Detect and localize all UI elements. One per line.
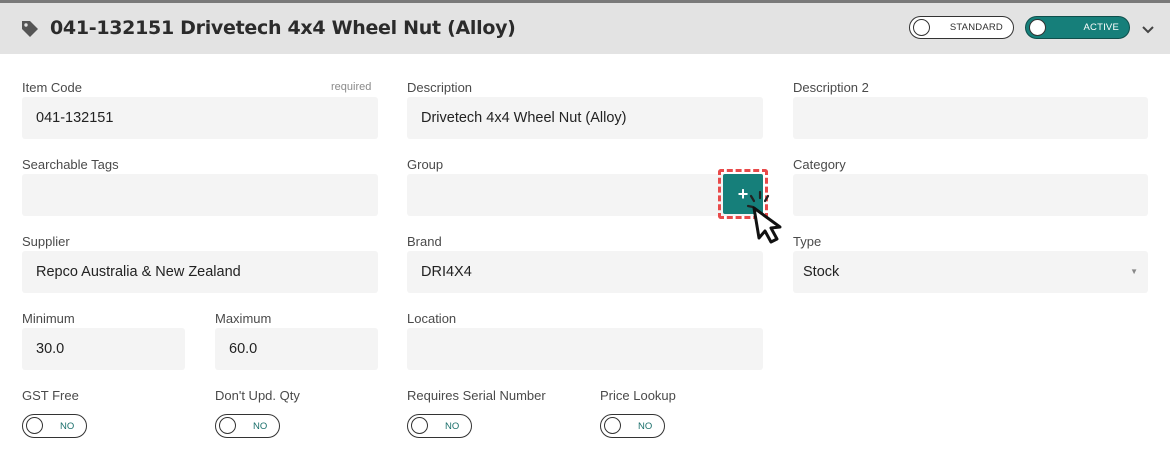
- description-value: Drivetech 4x4 Wheel Nut (Alloy): [421, 110, 627, 126]
- gst-free-label: GST Free: [22, 388, 79, 403]
- price-lookup-state: NO: [638, 421, 653, 432]
- item-code-value: 041-132151: [36, 110, 114, 126]
- location-field[interactable]: [407, 328, 763, 370]
- description2-field[interactable]: [793, 97, 1148, 139]
- supplier-value: Repco Australia & New Zealand: [36, 264, 241, 280]
- requires-serial-state: NO: [445, 421, 460, 432]
- searchable-tags-label: Searchable Tags: [22, 157, 119, 172]
- toggle-knob: [219, 417, 236, 434]
- requires-serial-toggle[interactable]: NO: [407, 414, 472, 438]
- requires-serial-label: Requires Serial Number: [407, 388, 546, 403]
- toggle-knob: [604, 417, 621, 434]
- item-header: 041-132151 Drivetech 4x4 Wheel Nut (Allo…: [0, 3, 1170, 54]
- group-label: Group: [407, 157, 444, 172]
- minimum-value: 30.0: [36, 341, 65, 357]
- required-marker: required: [331, 81, 372, 93]
- price-lookup-label: Price Lookup: [600, 388, 676, 403]
- type-value: Stock: [803, 264, 840, 280]
- tag-icon: [22, 21, 38, 37]
- toggle-knob: [1029, 19, 1046, 36]
- brand-label: Brand: [407, 234, 442, 249]
- toggle-knob: [913, 19, 930, 36]
- brand-value: DRI4X4: [421, 264, 472, 280]
- dont-upd-qty-toggle[interactable]: NO: [215, 414, 280, 438]
- page-title: 041-132151 Drivetech 4x4 Wheel Nut (Allo…: [50, 17, 516, 39]
- description-field[interactable]: Drivetech 4x4 Wheel Nut (Alloy): [407, 97, 763, 139]
- category-label: Category: [793, 157, 846, 172]
- searchable-tags-field[interactable]: [22, 174, 378, 216]
- description2-label: Description 2: [793, 80, 869, 95]
- item-code-field[interactable]: 041-132151: [22, 97, 378, 139]
- group-field[interactable]: [407, 174, 763, 216]
- toggle-knob: [26, 417, 43, 434]
- active-toggle-label: ACTIVE: [1083, 22, 1119, 33]
- dont-upd-qty-state: NO: [253, 421, 268, 432]
- dont-upd-qty-label: Don't Upd. Qty: [215, 388, 300, 403]
- gst-free-toggle[interactable]: NO: [22, 414, 87, 438]
- brand-field[interactable]: DRI4X4: [407, 251, 763, 293]
- type-select[interactable]: Stock ▼: [793, 251, 1148, 293]
- category-field[interactable]: [793, 174, 1148, 216]
- description-label: Description: [407, 80, 473, 95]
- maximum-field[interactable]: 60.0: [215, 328, 378, 370]
- maximum-label: Maximum: [215, 311, 272, 326]
- standard-toggle[interactable]: STANDARD: [909, 16, 1014, 39]
- toggle-knob: [411, 417, 428, 434]
- maximum-value: 60.0: [229, 341, 258, 357]
- supplier-label: Supplier: [22, 234, 70, 249]
- item-code-label: Item Code: [22, 80, 82, 95]
- pointer-cursor-icon: [746, 190, 782, 244]
- location-label: Location: [407, 311, 457, 326]
- active-toggle[interactable]: ACTIVE: [1025, 16, 1130, 39]
- select-caret-icon: ▼: [1130, 267, 1138, 276]
- supplier-field[interactable]: Repco Australia & New Zealand: [22, 251, 378, 293]
- minimum-label: Minimum: [22, 311, 75, 326]
- price-lookup-toggle[interactable]: NO: [600, 414, 665, 438]
- chevron-down-icon[interactable]: [1140, 22, 1156, 38]
- minimum-field[interactable]: 30.0: [22, 328, 185, 370]
- gst-free-state: NO: [60, 421, 75, 432]
- standard-toggle-label: STANDARD: [949, 22, 1003, 33]
